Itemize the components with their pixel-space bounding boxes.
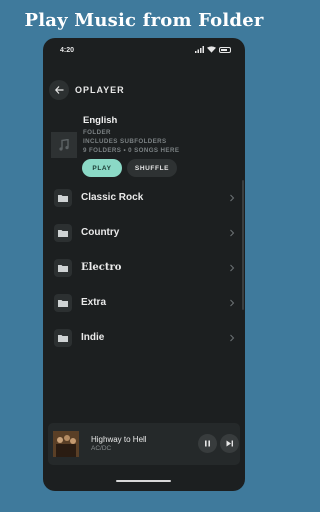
folder-icon: [54, 329, 72, 347]
phone-screen: 4:20 OPLAYER English FOLDER INCLUDES SUB…: [43, 38, 245, 491]
app-title: OPLAYER: [75, 85, 125, 95]
status-icons: [195, 46, 231, 53]
home-indicator[interactable]: [116, 480, 171, 482]
subfolder-row-country[interactable]: Country: [43, 216, 245, 251]
subfolder-row-indie[interactable]: Indie: [43, 321, 245, 356]
pause-button[interactable]: [198, 434, 217, 453]
subfolder-row-extra[interactable]: Extra: [43, 286, 245, 321]
subfolder-row-electro[interactable]: Electro: [43, 251, 245, 286]
back-arrow-icon: [54, 86, 63, 94]
battery-icon: [219, 46, 231, 53]
folder-counts: 9 FOLDERS • 0 SONGS HERE: [83, 147, 180, 154]
track-artist: AC/DC: [91, 445, 112, 452]
status-time: 4:20: [60, 47, 75, 54]
back-button[interactable]: [49, 80, 69, 100]
next-button[interactable]: [220, 434, 239, 453]
pause-icon: [205, 440, 210, 447]
folder-name: English: [83, 115, 118, 126]
app-header: OPLAYER: [43, 78, 245, 102]
subfolder-row-classic-rock[interactable]: Classic Rock: [43, 181, 245, 216]
subfolder-label: Country: [81, 227, 120, 238]
folder-icon: [54, 259, 72, 277]
chevron-right-icon: [230, 194, 235, 202]
scrollbar[interactable]: [242, 180, 244, 310]
chevron-right-icon: [230, 264, 235, 272]
wifi-icon: [207, 46, 216, 53]
album-art: [53, 431, 79, 457]
folder-icon: [54, 189, 72, 207]
promo-title: Play Music from Folder: [24, 10, 264, 31]
chevron-right-icon: [230, 229, 235, 237]
chevron-right-icon: [230, 334, 235, 342]
folder-artwork: [51, 132, 77, 158]
subfolder-label: Electro: [81, 262, 122, 273]
signal-icon: [195, 46, 204, 53]
music-note-icon: [59, 139, 69, 151]
shuffle-button[interactable]: SHUFFLE: [127, 159, 177, 177]
play-button[interactable]: PLAY: [82, 159, 122, 177]
folder-icon: [54, 294, 72, 312]
mini-player[interactable]: Highway to Hell AC/DC: [48, 423, 240, 465]
subfolder-label: Classic Rock: [81, 192, 144, 203]
chevron-right-icon: [230, 299, 235, 307]
subfolders-note: INCLUDES SUBFOLDERS: [83, 138, 167, 145]
subfolder-label: Extra: [81, 297, 107, 308]
folder-type: FOLDER: [83, 129, 111, 136]
status-bar: 4:20: [43, 38, 245, 60]
skip-next-icon: [226, 440, 233, 447]
track-title: Highway to Hell: [91, 435, 147, 444]
subfolder-label: Indie: [81, 332, 105, 343]
folder-icon: [54, 224, 72, 242]
